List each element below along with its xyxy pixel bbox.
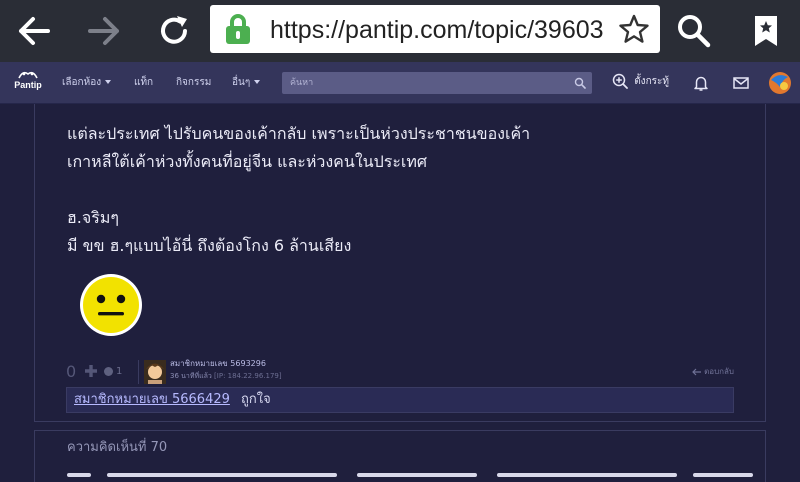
nav-more-label: อื่นๆ bbox=[232, 77, 251, 88]
reload-icon[interactable] bbox=[152, 9, 196, 53]
chevron-down-icon bbox=[105, 80, 112, 84]
site-search-box bbox=[282, 72, 592, 94]
new-topic-icon bbox=[612, 73, 628, 89]
nav-select-room-label: เลือกห้อง bbox=[62, 77, 102, 88]
comment-preview-cutoff bbox=[67, 473, 757, 482]
plus-vote-icon[interactable] bbox=[84, 364, 98, 378]
emotion-button[interactable]: 1 bbox=[104, 364, 132, 380]
notification-bell-icon[interactable] bbox=[692, 74, 710, 92]
nav-tags[interactable]: แท็ก bbox=[134, 74, 153, 92]
posted-time: 36 นาทีที่แล้ว bbox=[170, 372, 212, 380]
likes-bar: สมาชิกหมายเลข 5666429 ถูกใจ bbox=[66, 387, 734, 413]
post-line: มี ขข ฮ.ๆแบบไอ้นี่ ถึงต้องโกง 6 ล้านเสีย… bbox=[67, 236, 352, 255]
browser-toolbar: https://pantip.com/topic/39603 bbox=[0, 0, 800, 62]
mail-icon[interactable] bbox=[732, 74, 750, 92]
pantip-logo-icon bbox=[18, 71, 38, 79]
nav-activities[interactable]: กิจกรรม bbox=[176, 74, 211, 92]
reply-button[interactable]: ตอบกลับ bbox=[691, 366, 734, 378]
post-line: แต่ละประเทศ ไปรับคนของเค้ากลับ เพราะเป็น… bbox=[67, 124, 531, 143]
author-avatar[interactable] bbox=[144, 360, 166, 384]
ip-address: [IP: 184.22.96.179] bbox=[214, 372, 282, 380]
star-icon[interactable] bbox=[618, 13, 650, 45]
nav-select-room[interactable]: เลือกห้อง bbox=[62, 74, 112, 92]
site-navbar: Pantip เลือกห้อง แท็ก กิจกรรม อื่นๆ ตั้ง… bbox=[0, 62, 800, 104]
nav-more[interactable]: อื่นๆ bbox=[232, 74, 261, 92]
back-arrow-icon[interactable] bbox=[12, 9, 56, 53]
bookmark-icon[interactable] bbox=[744, 9, 788, 53]
chevron-down-icon bbox=[254, 80, 261, 84]
post-timestamp: 36 นาทีที่แล้ว [IP: 184.22.96.179] bbox=[170, 370, 282, 382]
new-topic-label: ตั้งกระทู้ bbox=[634, 76, 669, 87]
pantip-logo[interactable]: Pantip bbox=[8, 68, 48, 98]
nav-tags-label: แท็ก bbox=[134, 77, 154, 88]
author-name[interactable]: สมาชิกหมายเลข 5693296 bbox=[170, 358, 266, 370]
reply-label: ตอบกลับ bbox=[704, 367, 734, 376]
emotion-icon bbox=[104, 367, 113, 376]
post-line: เกาหลีใต้เค้าห่วงทั้งคนที่อยู่จีน และห่ว… bbox=[67, 152, 428, 171]
divider bbox=[138, 360, 139, 384]
comment-card: ความคิดเห็นที่ 70 bbox=[34, 430, 766, 482]
emotion-count: 1 bbox=[116, 366, 123, 377]
lock-icon bbox=[224, 13, 252, 45]
vote-count: 0 bbox=[66, 362, 77, 381]
new-topic-button[interactable]: ตั้งกระทู้ bbox=[612, 73, 669, 91]
comment-number: ความคิดเห็นที่ 70 bbox=[67, 440, 168, 455]
forward-arrow-icon[interactable] bbox=[82, 9, 126, 53]
post-meta-bar: 0 1 สมาชิกหมายเลข 5693296 36 นาทีที่แล้ว… bbox=[64, 358, 736, 386]
reply-arrow-icon bbox=[691, 368, 701, 375]
logo-text: Pantip bbox=[14, 80, 42, 90]
post-line bbox=[67, 176, 747, 204]
post-line: ฮ.จริมๆ bbox=[67, 208, 119, 227]
search-icon[interactable] bbox=[672, 9, 716, 53]
post-body: แต่ละประเทศ ไปรับคนของเค้ากลับ เพราะเป็น… bbox=[67, 120, 747, 260]
url-text[interactable]: https://pantip.com/topic/39603 bbox=[270, 15, 610, 45]
neutral-face-emoji-icon bbox=[80, 274, 142, 336]
user-avatar-icon[interactable] bbox=[768, 71, 792, 95]
liked-by-user-link[interactable]: สมาชิกหมายเลข 5666429 bbox=[74, 390, 230, 410]
address-bar[interactable]: https://pantip.com/topic/39603 bbox=[210, 5, 660, 53]
search-icon[interactable] bbox=[574, 77, 586, 89]
nav-activities-label: กิจกรรม bbox=[176, 77, 212, 88]
liked-label: ถูกใจ bbox=[241, 392, 271, 407]
site-search-input[interactable] bbox=[290, 75, 560, 91]
